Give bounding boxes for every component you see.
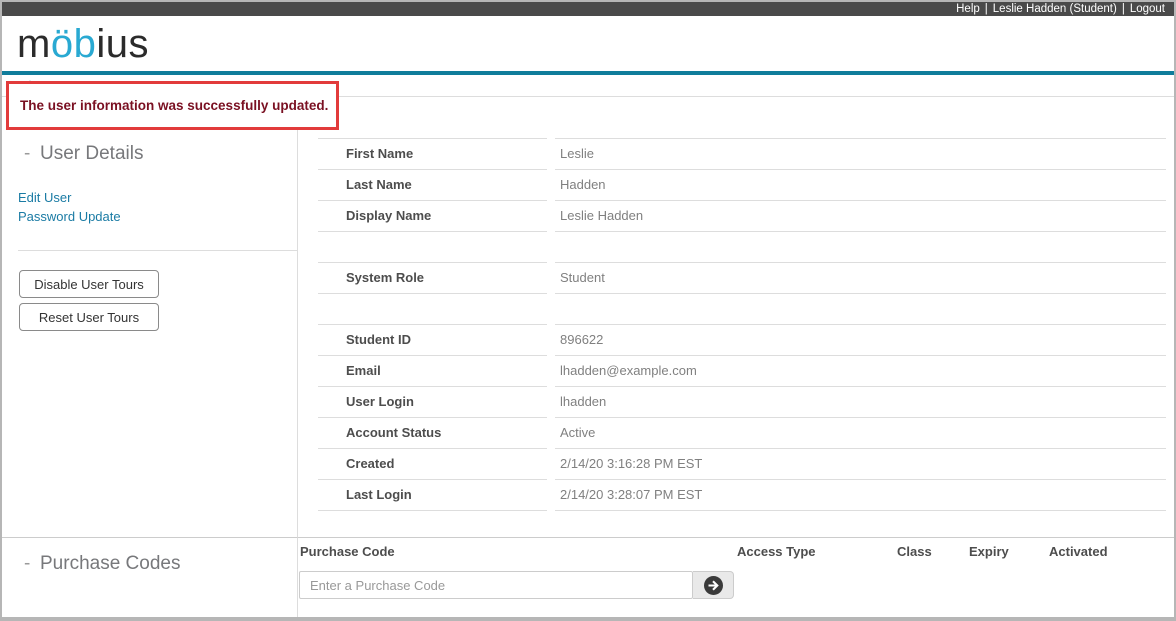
- table-row: Account Status Active: [318, 418, 1166, 449]
- role-table: System Role Student: [318, 262, 1166, 294]
- success-alert: The user information was successfully up…: [6, 81, 339, 130]
- purchase-codes-panel: Purchase Code Access Type Class Expiry A…: [298, 537, 1174, 617]
- logo-text-dark: m: [17, 22, 51, 66]
- content-area: - User Details Edit User Password Update…: [2, 97, 1174, 617]
- sidebar-divider: [18, 250, 297, 251]
- field-label: Last Login: [318, 480, 547, 511]
- field-value: 2/14/20 3:16:28 PM EST: [555, 449, 1166, 480]
- user-details-links: Edit User Password Update: [18, 190, 297, 224]
- arrow-right-circle-icon: [704, 576, 723, 595]
- table-row: Student ID 896622: [318, 324, 1166, 356]
- field-value: 896622: [555, 324, 1166, 356]
- field-label: Account Status: [318, 418, 547, 449]
- column-header-purchase-code: Purchase Code: [300, 544, 395, 559]
- field-value: lhadden: [555, 387, 1166, 418]
- purchase-code-input[interactable]: [299, 571, 693, 599]
- field-value: Active: [555, 418, 1166, 449]
- mobius-logo[interactable]: möbius: [17, 24, 149, 64]
- field-value: Student: [555, 262, 1166, 294]
- current-user-link[interactable]: Leslie Hadden (Student): [993, 2, 1117, 16]
- user-info-panel: First Name Leslie Last Name Hadden Displ…: [298, 97, 1174, 537]
- user-details-header: - User Details: [2, 143, 297, 165]
- field-label: Student ID: [318, 324, 547, 356]
- sidebar-purchase-codes: - Purchase Codes: [2, 537, 298, 617]
- app-window: Help | Leslie Hadden (Student) | Logout …: [0, 0, 1176, 621]
- redeem-code-button[interactable]: [693, 571, 734, 599]
- collapse-toggle-icon[interactable]: -: [24, 143, 40, 165]
- success-alert-message: The user information was successfully up…: [20, 98, 328, 113]
- help-link[interactable]: Help: [956, 2, 980, 16]
- field-label: Created: [318, 449, 547, 480]
- table-row: User Login lhadden: [318, 387, 1166, 418]
- field-label: First Name: [318, 138, 547, 170]
- name-table: First Name Leslie Last Name Hadden Displ…: [318, 138, 1166, 232]
- account-table: Student ID 896622 Email lhadden@example.…: [318, 324, 1166, 511]
- collapse-toggle-icon[interactable]: -: [24, 553, 40, 575]
- field-value: lhadden@example.com: [555, 356, 1166, 387]
- field-label: System Role: [318, 262, 547, 294]
- field-label: Email: [318, 356, 547, 387]
- field-label: Last Name: [318, 170, 547, 201]
- topbar-separator: |: [1122, 2, 1125, 16]
- top-utility-bar: Help | Leslie Hadden (Student) | Logout: [2, 2, 1174, 16]
- password-update-link[interactable]: Password Update: [18, 209, 297, 224]
- column-header-expiry: Expiry: [969, 544, 1009, 559]
- logo-bar: möbius: [2, 16, 1174, 71]
- field-label: Display Name: [318, 201, 547, 232]
- logo-text-teal: öb: [51, 22, 97, 66]
- table-row: Created 2/14/20 3:16:28 PM EST: [318, 449, 1166, 480]
- logo-text-dark: ius: [96, 22, 149, 66]
- column-header-access-type: Access Type: [737, 544, 816, 559]
- topbar-separator: |: [985, 2, 988, 16]
- table-row: Last Name Hadden: [318, 170, 1166, 201]
- column-header-class: Class: [897, 544, 932, 559]
- field-value: Leslie Hadden: [555, 201, 1166, 232]
- sidebar-user-details: - User Details Edit User Password Update…: [2, 97, 298, 537]
- edit-user-link[interactable]: Edit User: [18, 190, 297, 205]
- field-value: 2/14/20 3:28:07 PM EST: [555, 480, 1166, 511]
- purchase-codes-header: - Purchase Codes: [2, 553, 297, 575]
- field-value: Hadden: [555, 170, 1166, 201]
- column-header-activated: Activated: [1049, 544, 1108, 559]
- logout-link[interactable]: Logout: [1130, 2, 1165, 16]
- reset-user-tours-button[interactable]: Reset User Tours: [19, 303, 159, 331]
- table-row: Email lhadden@example.com: [318, 356, 1166, 387]
- user-details-title: User Details: [40, 143, 143, 165]
- field-label: User Login: [318, 387, 547, 418]
- table-row: First Name Leslie: [318, 138, 1166, 170]
- table-row: Display Name Leslie Hadden: [318, 201, 1166, 232]
- purchase-codes-title: Purchase Codes: [40, 553, 180, 575]
- table-row: Last Login 2/14/20 3:28:07 PM EST: [318, 480, 1166, 511]
- table-row: System Role Student: [318, 262, 1166, 294]
- disable-user-tours-button[interactable]: Disable User Tours: [19, 270, 159, 298]
- field-value: Leslie: [555, 138, 1166, 170]
